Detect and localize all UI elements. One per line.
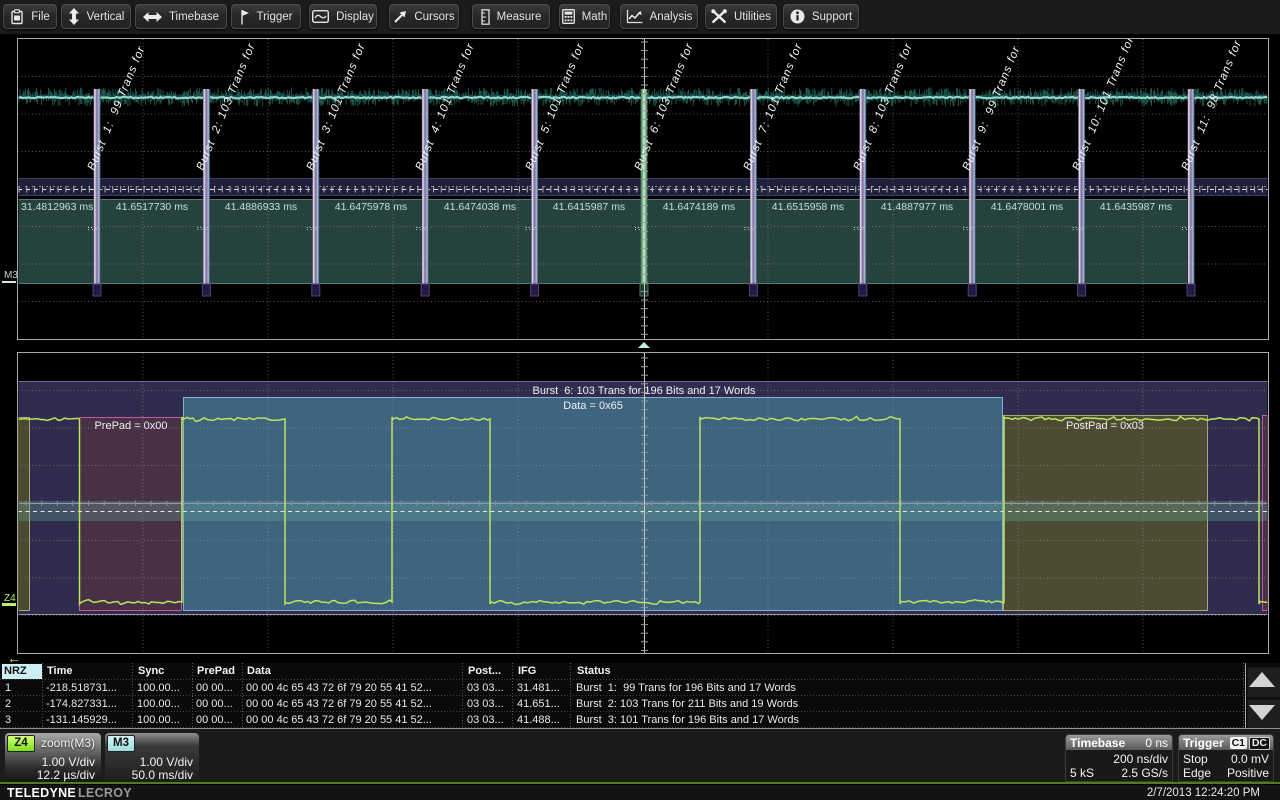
- svg-text:PostPad = 0x03: PostPad = 0x03: [1066, 420, 1144, 432]
- svg-text:41.4886933 ms: 41.4886933 ms: [225, 201, 297, 213]
- svg-text:41.6475978 ms: 41.6475978 ms: [335, 201, 407, 213]
- svg-text:41.6415987 ms: 41.6415987 ms: [553, 201, 625, 213]
- svg-text:41.6517730 ms: 41.6517730 ms: [116, 201, 188, 213]
- svg-text:41.6474038 ms: 41.6474038 ms: [444, 201, 516, 213]
- svg-text:Data = 0x65: Data = 0x65: [563, 400, 623, 412]
- svg-text:PrePad = 0x00: PrePad = 0x00: [94, 420, 167, 432]
- svg-text:41.6515958 ms: 41.6515958 ms: [772, 201, 844, 213]
- svg-text:31.4812963 ms: 31.4812963 ms: [21, 201, 93, 213]
- svg-text:41.6478001 ms: 41.6478001 ms: [991, 201, 1063, 213]
- svg-text:41.6435987 ms: 41.6435987 ms: [1100, 201, 1172, 213]
- svg-text:41.4887977 ms: 41.4887977 ms: [881, 201, 953, 213]
- svg-text:41.6474189 ms: 41.6474189 ms: [663, 201, 735, 213]
